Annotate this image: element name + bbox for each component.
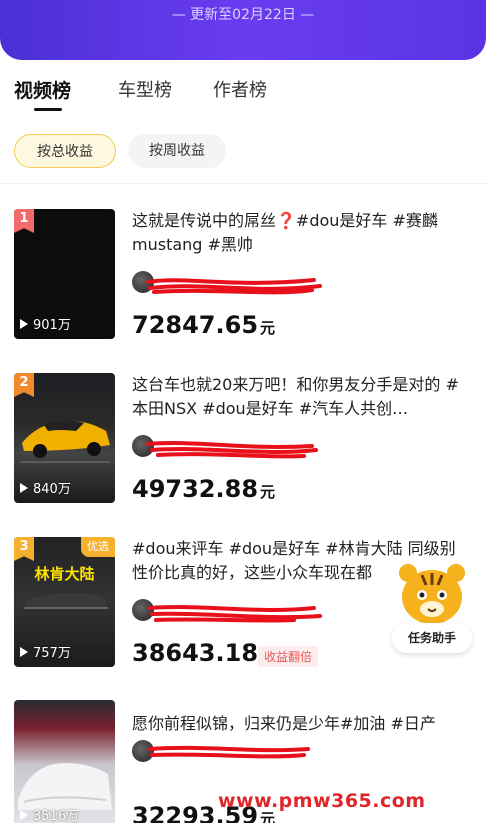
play-icon [20, 646, 28, 657]
task-helper-label: 任务助手 [392, 623, 472, 653]
earnings-amount: 49732.88 元 [132, 475, 276, 503]
tab-video-ranking[interactable]: 视频榜 [14, 76, 71, 103]
video-title[interactable]: 这台车也就20来万吧！和你男友分手是对的 #本田NSX #dou是好车 #汽车人… [132, 373, 468, 421]
play-count-value: 901万 [33, 318, 71, 333]
play-icon [20, 482, 28, 493]
author-row[interactable] [132, 435, 322, 459]
list-item[interactable]: 1 901万 这就是传说中的屌丝❓#dou是好车 #赛麟mustang #黑帅 … [0, 209, 486, 369]
tab-car-model-ranking[interactable]: 车型榜 [118, 76, 172, 102]
task-helper-button[interactable]: 任务助手 [392, 555, 472, 655]
redaction-scribble [148, 605, 322, 623]
play-count-value: 840万 [33, 482, 71, 497]
earnings-amount: 38643.18元 [132, 639, 275, 667]
divider [0, 183, 486, 184]
video-title[interactable]: 这就是传说中的屌丝❓#dou是好车 #赛麟mustang #黑帅 [132, 209, 468, 257]
filter-weekly-earnings[interactable]: 按周收益 [128, 134, 226, 168]
list-item[interactable]: 2 840万 这台车也就20来万吧！和你男友分手是对的 #本田NSX #dou是… [0, 373, 486, 533]
tab-author-ranking[interactable]: 作者榜 [213, 76, 267, 102]
redaction-scribble [146, 278, 322, 295]
video-thumbnail[interactable]: 2 840万 [14, 373, 115, 503]
play-count-value: 757万 [33, 646, 71, 661]
video-title[interactable]: 愿你前程似锦，归来仍是少年#加油 #日产 [132, 712, 468, 736]
play-count: 840万 [20, 478, 71, 497]
active-tab-indicator [34, 108, 62, 111]
site-watermark: www.pmw365.com [218, 790, 426, 812]
update-date-text: — 更新至02月22日 — [171, 7, 315, 23]
play-count: 901万 [20, 314, 71, 333]
video-thumbnail[interactable]: 3516万 [14, 700, 115, 823]
video-thumbnail[interactable]: 1 901万 [14, 209, 115, 339]
filter-total-earnings[interactable]: 按总收益 [14, 134, 116, 168]
author-row[interactable] [132, 599, 322, 623]
redaction-scribble [148, 745, 310, 759]
author-row[interactable] [132, 740, 322, 762]
play-count-value: 3516万 [33, 809, 80, 823]
header-banner: — 更新至02月22日 — [0, 0, 486, 60]
earnings-amount: 72847.65 元 [132, 311, 276, 339]
video-thumbnail[interactable]: 优选 林肯大陆 3 757万 [14, 537, 115, 667]
redaction-scribble [146, 441, 318, 459]
author-row[interactable] [132, 271, 322, 295]
play-count: 757万 [20, 642, 71, 661]
earnings-doubled-badge: 收益翻倍 [258, 646, 319, 667]
play-icon [20, 809, 28, 820]
play-icon [20, 318, 28, 329]
rank-badge: 1 [14, 209, 34, 233]
tiger-mascot-icon [399, 564, 465, 624]
play-count: 3516万 [20, 805, 79, 823]
